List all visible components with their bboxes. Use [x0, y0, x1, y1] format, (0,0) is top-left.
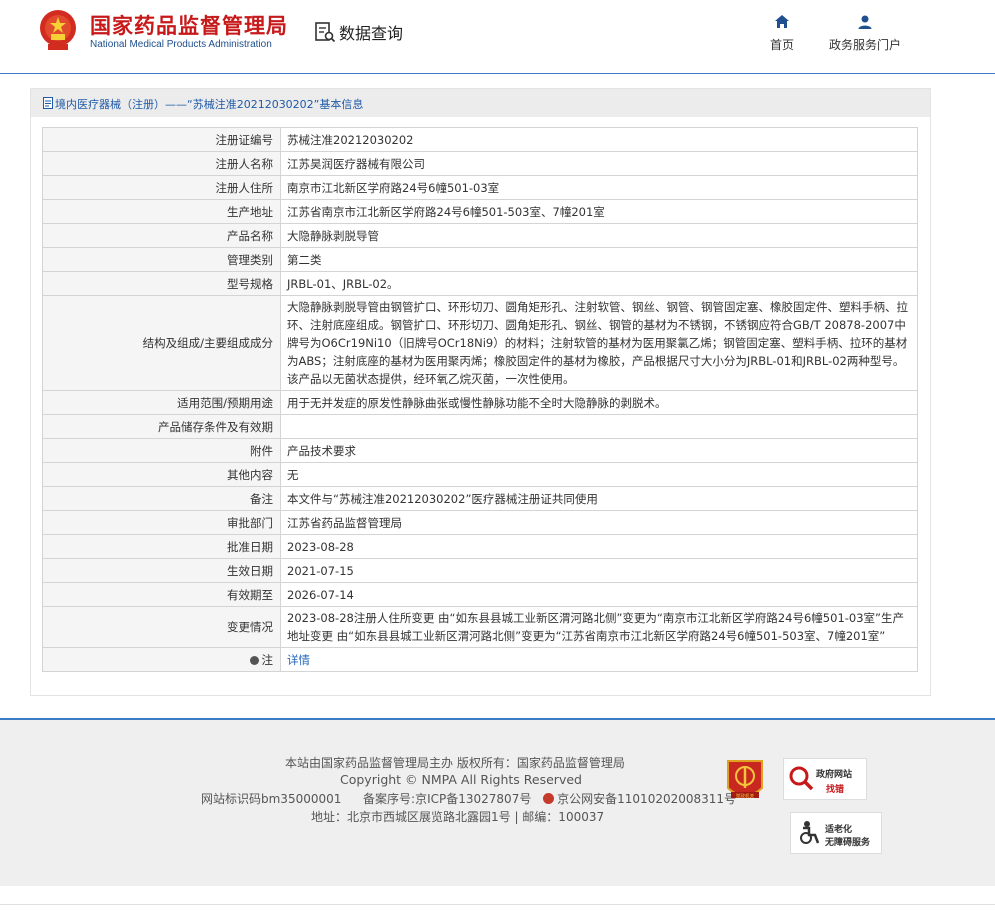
note-label-cell: 注 [42, 647, 281, 672]
field-label: 型号规格 [42, 271, 281, 296]
footer-address: 地址：北京市西城区展览路北露园1号 | 邮编：100037 [311, 810, 605, 824]
footer-sponsor: 本站由国家药品监督管理局主办 版权所有：国家药品监督管理局 [285, 756, 625, 770]
field-value: 2021-07-15 [280, 558, 918, 583]
field-value: 2023-08-28注册人住所变更 由“如东县县城工业新区渭河路北侧”变更为“南… [280, 606, 918, 648]
field-label: 管理类别 [42, 247, 281, 272]
table-row-note: 注详情 [42, 647, 918, 672]
field-label: 产品储存条件及有效期 [42, 414, 281, 439]
info-table: 注册证编号 苏械注准20212030202 注册人名称 江苏昊润医疗器械有限公司 注册人… [42, 127, 918, 672]
table-row: 产品储存条件及有效期 [42, 414, 918, 439]
field-label: 附件 [42, 438, 281, 463]
data-query-label: 数据查询 [339, 24, 404, 43]
field-value [280, 414, 918, 439]
field-label: 生产地址 [42, 199, 281, 224]
table-row: 产品名称 大隐静脉剥脱导管 [42, 223, 918, 248]
field-value: 本文件与“苏械注准20212030202”医疗器械注册证共同使用 [280, 486, 918, 511]
logo-title-en[interactable]: National Medical Products Administration [90, 39, 272, 50]
footer-police[interactable]: 京公网安备11010202008311号 [557, 790, 736, 807]
badge-gov-site-title: 政府网站 [816, 770, 853, 780]
field-value: 第二类 [280, 247, 918, 272]
note-value-cell: 详情 [280, 647, 918, 672]
table-row: 生效日期 2021-07-15 [42, 558, 918, 583]
field-value: 南京市江北新区学府路24号6幢501-03室 [280, 175, 918, 200]
party-government-badge-icon[interactable]: 党政机关 [725, 758, 765, 804]
document-icon [43, 97, 53, 109]
table-row: 结构及组成/主要组成成分 大隐静脉剥脱导管由钢管扩口、环形切刀、圆角矩形孔、注射软… [42, 295, 918, 391]
field-label: 产品名称 [42, 223, 281, 248]
field-label: 适用范围/预期用途 [42, 390, 281, 415]
panel-title: 境内医疗器械（注册）——“苏械注准20212030202”基本信息 [55, 98, 364, 111]
footer-copyright: Copyright © NMPA All Rights Reserved [340, 772, 582, 787]
field-value: 苏械注准20212030202 [280, 127, 918, 152]
field-value: JRBL-01、JRBL-02。 [280, 271, 918, 296]
field-value: 大隐静脉剥脱导管 [280, 223, 918, 248]
nav-home[interactable]: 首页 [760, 14, 804, 53]
table-row: 注册人名称 江苏昊润医疗器械有限公司 [42, 151, 918, 176]
field-value: 2026-07-14 [280, 582, 918, 607]
nav-home-label: 首页 [769, 38, 794, 52]
field-label: 批准日期 [42, 534, 281, 559]
police-badge-icon [543, 793, 555, 804]
table-row: 审批部门 江苏省药品监督管理局 [42, 510, 918, 535]
field-value: 江苏昊润医疗器械有限公司 [280, 151, 918, 176]
field-label: 有效期至 [42, 582, 281, 607]
table-row: 备注 本文件与“苏械注准20212030202”医疗器械注册证共同使用 [42, 486, 918, 511]
field-value: 无 [280, 462, 918, 487]
note-label: 注 [261, 652, 274, 667]
badge-accessibility-sub: 无障碍服务 [825, 838, 871, 848]
registration-info-panel: 境内医疗器械（注册）——“苏械注准20212030202”基本信息 注册证编号苏… [30, 88, 931, 696]
national-emblem-icon [40, 10, 76, 50]
field-label: 审批部门 [42, 510, 281, 535]
magnifier-icon [789, 766, 814, 791]
table-row: 批准日期 2023-08-28 [42, 534, 918, 559]
field-value: 江苏省药品监督管理局 [280, 510, 918, 535]
table-row: 注册人住所 南京市江北新区学府路24号6幢501-03室 [42, 175, 918, 200]
field-value: 江苏省南京市江北新区学府路24号6幢501-503室、7幢201室 [280, 199, 918, 224]
table-row: 型号规格 JRBL-01、JRBL-02。 [42, 271, 918, 296]
site-footer: 本站由国家药品监督管理局主办 版权所有：国家药品监督管理局 Copyright … [0, 718, 995, 886]
table-row: 有效期至 2026-07-14 [42, 582, 918, 607]
field-label: 变更情况 [42, 606, 281, 648]
pin-icon [249, 655, 259, 665]
document-search-icon [315, 22, 336, 43]
badge-accessibility-title: 适老化 [825, 825, 853, 835]
field-label: 其他内容 [42, 462, 281, 487]
field-label: 生效日期 [42, 558, 281, 583]
table-row: 附件 产品技术要求 [42, 438, 918, 463]
table-row: 注册证编号 苏械注准20212030202 [42, 127, 918, 152]
footer-site-id: 网站标识码bm35000001 [201, 792, 342, 806]
field-label: 注册人名称 [42, 151, 281, 176]
table-row: 管理类别 第二类 [42, 247, 918, 272]
party-government-badge-text: 党政机关 [736, 793, 755, 800]
bottom-divider [0, 904, 995, 905]
table-row: 其他内容无 [42, 462, 918, 487]
logo-title-cn[interactable]: 国家药品监督管理局 [90, 10, 288, 40]
field-value: 产品技术要求 [280, 438, 918, 463]
field-label: 注册证编号 [42, 127, 281, 152]
accessibility-service-badge[interactable]: 适老化 无障碍服务 [790, 812, 882, 854]
footer-icp[interactable]: 备案序号:京ICP备13027807号 [363, 790, 531, 807]
accessibility-icon [800, 821, 820, 844]
field-label: 结构及组成/主要组成成分 [42, 295, 281, 391]
details-link[interactable]: 详情 [287, 653, 310, 667]
home-icon [775, 15, 789, 28]
badge-gov-site-sub: 找错 [826, 785, 845, 795]
field-label: 注册人住所 [42, 175, 281, 200]
table-row: 生产地址 江苏省南京市江北新区学府路24号6幢501-503室、7幢201室 [42, 199, 918, 224]
site-header: 国家药品监督管理局 National Medical Products Admi… [0, 0, 995, 74]
field-label: 备注 [42, 486, 281, 511]
table-row: 变更情况 2023-08-28注册人住所变更 由“如东县县城工业新区渭河路北侧”变… [42, 606, 918, 648]
gov-site-error-report-badge[interactable]: 政府网站 找错 [783, 758, 867, 800]
nav-service-portal-label: 政务服务门户 [828, 38, 901, 52]
field-value: 大隐静脉剥脱导管由钢管扩口、环形切刀、圆角矩形孔、注射软管、钢丝、钢管、钢管固定… [280, 295, 918, 391]
field-value: 2023-08-28 [280, 534, 918, 559]
panel-title-bar: 境内医疗器械（注册）——“苏械注准20212030202”基本信息 [31, 89, 930, 117]
nav-service-portal[interactable]: 政务服务门户 [822, 14, 908, 53]
footer-registration: 网站标识码bm35000001 备案序号:京ICP备13027807号 京公网安… [201, 790, 995, 807]
table-row: 适用范围/预期用途 用于无并发症的原发性静脉曲张或慢性静脉功能不全时大隐静脉的剥脱… [42, 390, 918, 415]
field-value: 用于无并发症的原发性静脉曲张或慢性静脉功能不全时大隐静脉的剥脱术。 [280, 390, 918, 415]
user-icon [858, 15, 872, 29]
data-query-section: 数据查询 [314, 19, 403, 45]
